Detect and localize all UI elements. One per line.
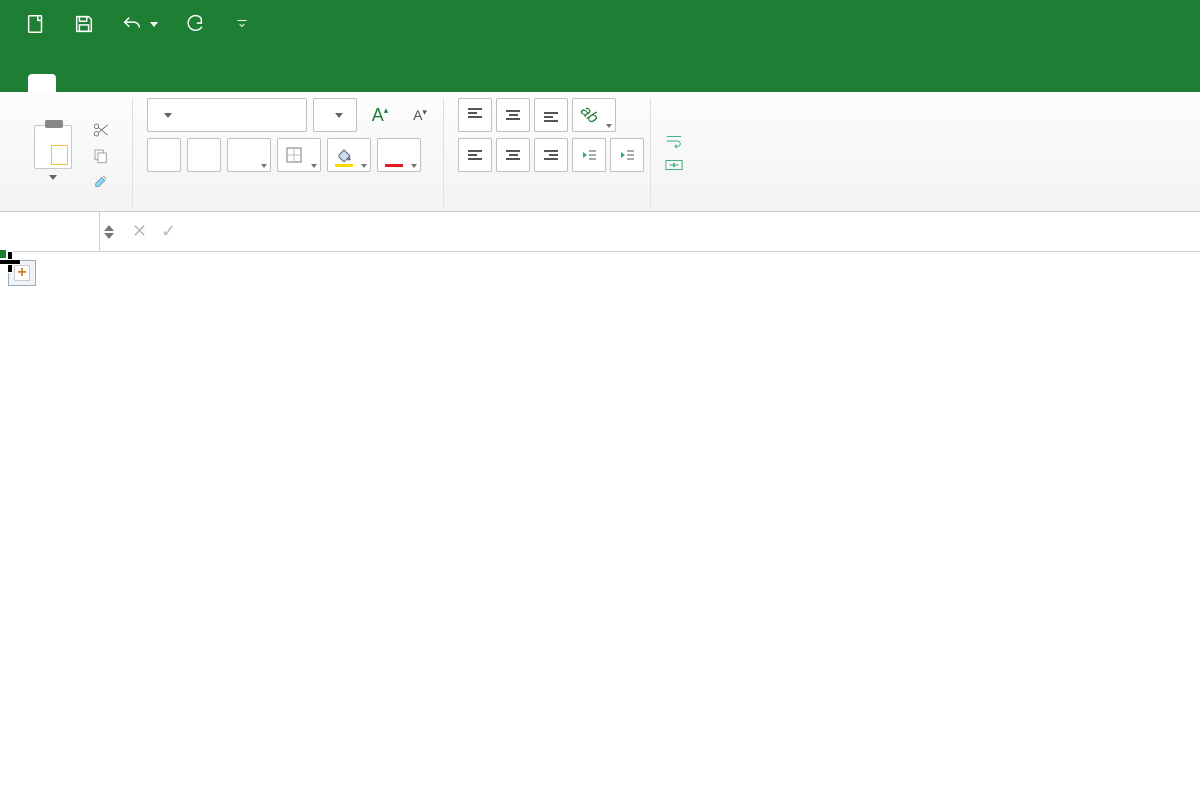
tab-view[interactable] bbox=[376, 74, 404, 92]
cell-cursor-icon bbox=[0, 252, 20, 272]
bucket-icon bbox=[336, 148, 352, 162]
copy-button[interactable] bbox=[92, 147, 126, 165]
fill-color-swatch bbox=[335, 164, 353, 167]
wrap-text-icon bbox=[665, 133, 683, 149]
decrease-indent-button[interactable] bbox=[572, 138, 606, 172]
group-clipboard bbox=[18, 98, 133, 207]
save-icon[interactable] bbox=[72, 12, 96, 36]
chevron-down-icon bbox=[164, 113, 172, 118]
group-font: A▴ A▾ bbox=[141, 98, 444, 207]
increase-indent-button[interactable] bbox=[610, 138, 644, 172]
group-wrap-merge bbox=[659, 98, 705, 207]
paste-dropdown-icon[interactable] bbox=[49, 175, 57, 180]
font-name-select[interactable] bbox=[147, 98, 307, 132]
font-color-swatch bbox=[385, 164, 403, 167]
align-left-button[interactable] bbox=[458, 138, 492, 172]
redo-icon[interactable] bbox=[182, 12, 206, 36]
align-center-button[interactable] bbox=[496, 138, 530, 172]
wrap-text-button[interactable] bbox=[665, 133, 699, 149]
fill-color-button[interactable] bbox=[327, 138, 371, 172]
align-bottom-button[interactable] bbox=[534, 98, 568, 132]
borders-button[interactable] bbox=[277, 138, 321, 172]
align-middle-button[interactable] bbox=[496, 98, 530, 132]
name-box[interactable] bbox=[0, 212, 100, 251]
new-file-icon[interactable] bbox=[24, 12, 48, 36]
merge-icon bbox=[665, 157, 683, 173]
undo-dropdown-icon[interactable] bbox=[150, 22, 158, 27]
tab-insert[interactable] bbox=[86, 74, 114, 92]
shrink-font-button[interactable]: A▾ bbox=[403, 98, 437, 132]
customize-qat-icon[interactable] bbox=[230, 12, 254, 36]
ribbon-tabs bbox=[0, 48, 1200, 92]
chevron-down-icon bbox=[606, 124, 612, 128]
tab-data[interactable] bbox=[260, 74, 288, 92]
tab-page-layout[interactable] bbox=[144, 74, 172, 92]
font-color-button[interactable] bbox=[377, 138, 421, 172]
align-right-button[interactable] bbox=[534, 138, 568, 172]
indent-right-icon bbox=[619, 148, 635, 162]
formula-input[interactable] bbox=[208, 212, 1200, 251]
font-size-select[interactable] bbox=[313, 98, 357, 132]
merge-center-button[interactable] bbox=[665, 157, 699, 173]
format-painter-button[interactable] bbox=[92, 173, 126, 191]
copy-icon bbox=[92, 147, 110, 165]
tab-review[interactable] bbox=[318, 74, 346, 92]
clipboard-actions bbox=[92, 98, 126, 207]
borders-icon bbox=[286, 147, 302, 163]
tab-home[interactable] bbox=[28, 74, 56, 92]
orientation-button[interactable]: ab bbox=[572, 98, 616, 132]
italic-button[interactable] bbox=[187, 138, 221, 172]
cancel-formula-icon[interactable]: ✕ bbox=[132, 221, 147, 242]
selection-rectangle bbox=[0, 252, 4, 256]
align-top-button[interactable] bbox=[458, 98, 492, 132]
underline-button[interactable] bbox=[227, 138, 271, 172]
undo-icon[interactable] bbox=[120, 12, 144, 36]
group-alignment: ab bbox=[452, 98, 651, 207]
ribbon-home: A▴ A▾ bbox=[0, 92, 1200, 212]
chevron-down-icon bbox=[335, 113, 343, 118]
quick-access-toolbar bbox=[0, 0, 1200, 48]
chevron-down-icon bbox=[411, 164, 417, 168]
bold-button[interactable] bbox=[147, 138, 181, 172]
chevron-down-icon bbox=[361, 164, 367, 168]
paintbrush-icon bbox=[92, 173, 110, 191]
accept-formula-icon[interactable]: ✓ bbox=[161, 221, 176, 242]
clipboard-icon bbox=[34, 125, 72, 169]
quick-analysis-button[interactable] bbox=[8, 260, 36, 286]
paste-button[interactable] bbox=[24, 98, 82, 207]
name-box-stepper[interactable] bbox=[104, 225, 114, 239]
cut-button[interactable] bbox=[92, 121, 126, 139]
indent-left-icon bbox=[581, 148, 597, 162]
scissors-icon bbox=[92, 121, 110, 139]
formula-bar: ✕ ✓ bbox=[0, 212, 1200, 252]
grow-font-button[interactable]: A▴ bbox=[363, 98, 397, 132]
chevron-down-icon bbox=[311, 164, 317, 168]
tab-formulas[interactable] bbox=[202, 74, 230, 92]
chevron-down-icon bbox=[261, 164, 267, 168]
